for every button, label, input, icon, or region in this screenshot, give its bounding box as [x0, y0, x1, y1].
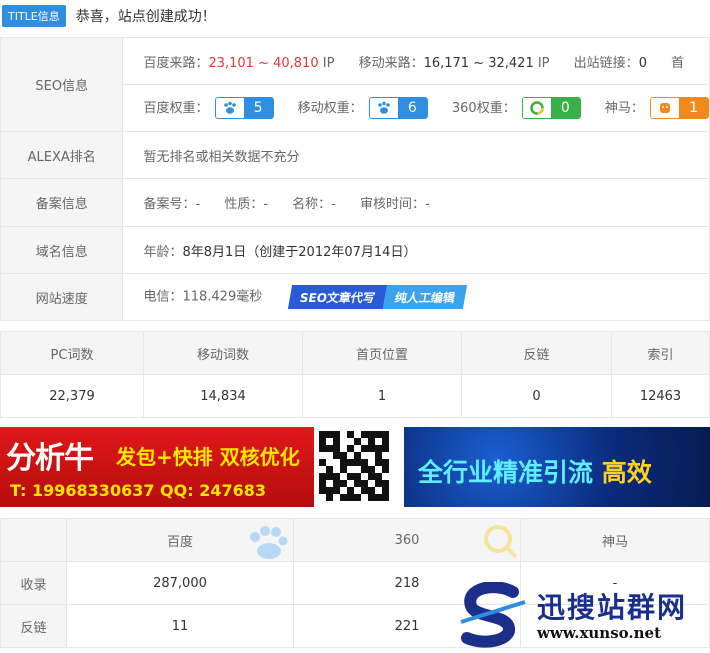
- mobile-weight-value: 6: [397, 98, 427, 119]
- mobile-traffic-value: 16,171 ~ 32,421: [423, 55, 534, 71]
- seo-traffic-cell: 百度来路：23,101 ~ 40,810 IP 移动来路：16,171 ~ 32…: [122, 37, 710, 85]
- index-header-shenma: 神马: [520, 518, 710, 562]
- mobile-traffic-unit: IP: [533, 55, 550, 71]
- baidu-weight-label: 百度权重：: [143, 100, 209, 116]
- baidu-traffic-label: 百度来路：: [143, 55, 209, 71]
- stats-value-backlinks: 0: [461, 374, 612, 418]
- outlinks-label: 出站链接：: [573, 55, 639, 71]
- stats-value-rank: 1: [302, 374, 462, 418]
- mobile-weight-badge[interactable]: 6: [368, 97, 428, 120]
- stats-header-mobile: 移动词数: [143, 331, 303, 375]
- qr-code-icon: [319, 431, 389, 501]
- stats-header-rank: 首页位置: [302, 331, 462, 375]
- ad2-text-main: 全行业精准引流: [418, 458, 594, 487]
- seo-weights-cell: 百度权重： 5 移动权重： 6 360权重： 0 神马： 1: [122, 84, 710, 132]
- s360-weight-label: 360权重：: [451, 100, 516, 116]
- seo-label: SEO信息: [0, 37, 124, 132]
- xunso-logo-icon: [455, 581, 529, 653]
- domain-row: 域名信息 年龄：8年8月1日（创建于2012年07月14日）: [0, 226, 710, 274]
- stats-table: PC词数 移动词数 首页位置 反链 索引 22,379 14,834 1 0 1…: [0, 331, 710, 418]
- index-cell-baidu-backlinks: 11: [66, 604, 294, 648]
- ad2-text-highlight: 高效: [601, 458, 652, 487]
- index-header-360: 360: [293, 518, 521, 565]
- ad1-brand: 分析牛: [6, 441, 94, 476]
- paw-icon: [245, 525, 289, 565]
- stats-value-mobile: 14,834: [143, 374, 303, 418]
- watermark-url: www.xunso.net: [537, 624, 661, 642]
- stats-header-backlinks: 反链: [461, 331, 612, 375]
- beian-number-value: -: [195, 197, 201, 212]
- banner-part-a: SEO文章代写: [288, 285, 388, 309]
- paw-icon: [215, 98, 244, 119]
- page-title: 恭喜，站点创建成功！: [75, 9, 216, 25]
- s360-weight-badge[interactable]: 0: [521, 97, 581, 120]
- speed-row: 网站速度 电信：118.429毫秒 SEO文章代写 纯人工编辑: [0, 273, 710, 321]
- beian-audit-label: 审核时间：: [360, 197, 426, 212]
- beian-nature-value: -: [263, 197, 269, 212]
- speed-cell: 电信：118.429毫秒 SEO文章代写 纯人工编辑: [122, 273, 710, 321]
- ad1-slogan: 发包+快排 双核优化: [116, 445, 300, 469]
- speed-value: 电信：118.429毫秒: [143, 289, 263, 305]
- mobile-weight-label: 移动权重：: [297, 100, 363, 116]
- index-row-label-indexed: 收录: [0, 561, 67, 605]
- beian-name-value: -: [331, 197, 336, 212]
- stats-header-row: PC词数 移动词数 首页位置 反链 索引: [0, 331, 710, 375]
- stats-value-index: 12463: [611, 374, 710, 418]
- ad-banner-fenxiniu[interactable]: 分析牛 发包+快排 双核优化 T: 19968330637 QQ: 247683: [0, 427, 314, 507]
- beian-audit-value: -: [425, 197, 430, 212]
- index-row-label-backlinks: 反链: [0, 604, 67, 648]
- alexa-row: ALEXA排名 暂无排名或相关数据不充分: [0, 131, 710, 179]
- speed-label: 网站速度: [0, 273, 124, 321]
- domain-label: 域名信息: [0, 226, 124, 274]
- stats-header-pc: PC词数: [0, 331, 144, 375]
- alexa-label: ALEXA排名: [0, 131, 124, 179]
- beian-row: 备案信息 备案号：- 性质：- 名称：- 审核时间：-: [0, 178, 710, 227]
- stats-value-row: 22,379 14,834 1 0 12463: [0, 374, 710, 418]
- beian-number-label: 备案号：: [143, 197, 196, 212]
- baidu-weight-badge[interactable]: 5: [214, 97, 274, 120]
- beian-cell: 备案号：- 性质：- 名称：- 审核时间：-: [122, 178, 710, 227]
- shenma-horse-icon: [651, 98, 680, 119]
- banner-part-b: 纯人工编辑: [383, 285, 468, 309]
- outlinks-value: 0: [638, 55, 647, 71]
- baidu-weight-value: 5: [243, 98, 273, 119]
- s360-weight-value: 0: [550, 98, 580, 119]
- beian-nature-label: 性质：: [224, 197, 264, 212]
- baidu-traffic-unit: IP: [318, 55, 335, 71]
- qr-code-image: [316, 427, 392, 507]
- paw-icon: [369, 98, 398, 119]
- domain-age-label: 年龄：: [143, 244, 183, 260]
- title-bar: TITLE信息 恭喜，站点创建成功！: [0, 0, 710, 32]
- baidu-traffic-value: 23,101 ~ 40,810: [208, 55, 319, 71]
- stats-header-index: 索引: [611, 331, 710, 375]
- magnifier-icon: [482, 523, 520, 565]
- mobile-traffic-label: 移动来路：: [358, 55, 424, 71]
- shenma-weight-badge[interactable]: 1: [650, 97, 709, 120]
- index-header-row: 百度 360 神马: [0, 518, 710, 565]
- index-header-360-label: 360: [394, 532, 420, 548]
- title-badge: TITLE信息: [2, 5, 66, 27]
- ad-banner-traffic[interactable]: 全行业精准引流 高效: [404, 427, 710, 507]
- watermark: 迅搜站群网 www.xunso.net: [455, 580, 710, 653]
- seo-row-traffic: SEO信息 百度来路：23,101 ~ 40,810 IP 移动来路：16,17…: [0, 37, 710, 132]
- ad1-contact: T: 19968330637 QQ: 247683: [10, 481, 267, 500]
- shenma-weight-value: 1: [679, 98, 708, 119]
- alexa-value: 暂无排名或相关数据不充分: [122, 131, 710, 179]
- watermark-name: 迅搜站群网: [537, 591, 688, 624]
- outlinks-next-label: 首: [671, 55, 685, 71]
- index-header-baidu: 百度: [66, 518, 294, 565]
- index-cell-baidu-indexed: 287,000: [66, 561, 294, 605]
- 360-logo-icon: [522, 98, 551, 119]
- beian-label: 备案信息: [0, 178, 124, 227]
- domain-cell: 年龄：8年8月1日（创建于2012年07月14日）: [122, 226, 710, 274]
- seo-writing-banner[interactable]: SEO文章代写 纯人工编辑: [288, 285, 468, 309]
- domain-age-value: 8年8月1日（创建于2012年07月14日）: [182, 244, 417, 260]
- index-header-baidu-label: 百度: [166, 534, 193, 550]
- ad2-text: 全行业精准引流 高效: [418, 453, 652, 489]
- shenma-label: 神马：: [604, 100, 644, 116]
- beian-name-label: 名称：: [292, 197, 332, 212]
- stats-value-pc: 22,379: [0, 374, 144, 418]
- seo-info-table: SEO信息 百度来路：23,101 ~ 40,810 IP 移动来路：16,17…: [0, 37, 710, 321]
- index-header-blank: [0, 518, 67, 562]
